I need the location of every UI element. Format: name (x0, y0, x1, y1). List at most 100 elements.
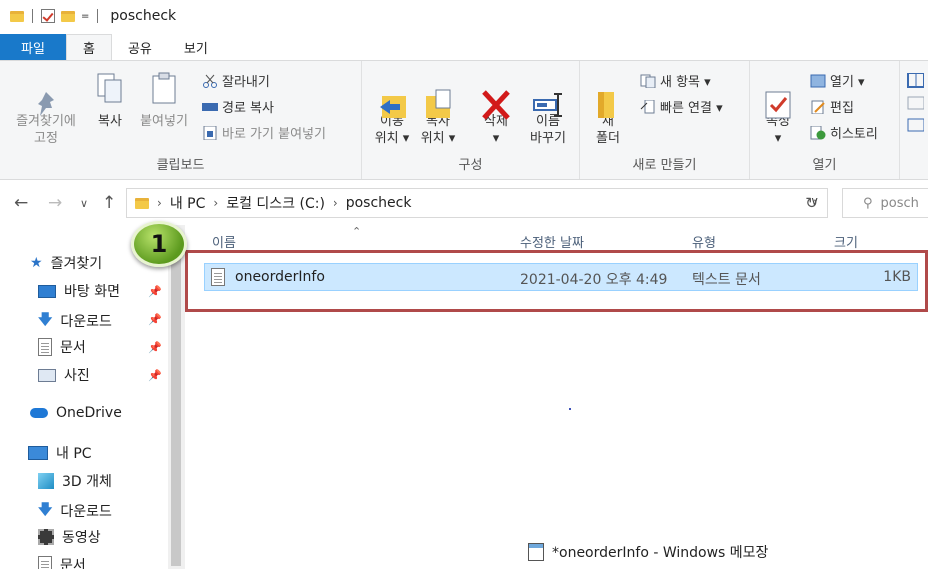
rename-button[interactable]: 이름 바꾸기 (524, 71, 572, 147)
edit-button[interactable]: 편집 (810, 97, 854, 116)
open-label: 열기 ▾ (830, 75, 865, 90)
cloud-icon (30, 408, 48, 418)
copy-button[interactable]: 복사 (90, 71, 130, 130)
nav-this-pc[interactable]: 내 PC (28, 443, 92, 463)
tab-view[interactable]: 보기 (168, 34, 224, 60)
nav-item-downloads[interactable]: 🡇 다운로드 (38, 309, 112, 333)
nav-item-pc-documents[interactable]: 문서 (38, 555, 86, 569)
search-input[interactable]: ⚲ posch (842, 188, 928, 218)
nav-item-label: 다운로드 (60, 314, 112, 330)
copy-to-button[interactable]: 복사 위치 ▾ (416, 71, 460, 147)
paste-button[interactable]: 붙여넣기 (136, 71, 192, 130)
paste-label: 붙여넣기 (140, 114, 188, 129)
copy-path-button[interactable]: 경로 복사 (202, 97, 274, 116)
nav-onedrive-label: OneDrive (56, 405, 122, 421)
cut-button[interactable]: 잘라내기 (202, 71, 270, 90)
document-icon (38, 338, 52, 356)
chevron-right-icon[interactable]: › (333, 196, 338, 210)
chevron-right-icon[interactable]: › (157, 196, 162, 210)
breadcrumb-local-disk[interactable]: 로컬 디스크 (C:) (226, 193, 325, 213)
video-icon (38, 529, 54, 545)
recent-locations-button[interactable]: ∨ (80, 197, 88, 210)
nav-item-videos[interactable]: 동영상 (38, 527, 101, 547)
column-header-size[interactable]: 크기 (834, 232, 858, 251)
nav-scrollbar-thumb[interactable] (171, 236, 181, 566)
paste-shortcut-button[interactable]: 바로 가기 붙여넣기 (202, 123, 326, 142)
nav-item-label: 바탕 화면 (64, 284, 120, 300)
customize-qat-button[interactable]: = (81, 11, 89, 22)
nav-item-documents[interactable]: 문서 (38, 337, 86, 357)
pin-to-quick-access-button[interactable]: 즐겨찾기에 고정 (6, 71, 86, 147)
clipboard-group-label: 클립보드 (156, 158, 205, 173)
nav-item-label: 3D 개체 (62, 474, 112, 490)
nav-item-desktop[interactable]: 바탕 화면 (38, 281, 120, 301)
nav-item-label: 다운로드 (60, 504, 112, 520)
new-folder-qat-icon[interactable] (61, 10, 75, 22)
tab-share[interactable]: 공유 (112, 34, 168, 60)
chevron-right-icon[interactable]: › (213, 196, 218, 210)
column-header-type[interactable]: 유형 (692, 232, 716, 251)
address-bar[interactable]: › 내 PC › 로컬 디스크 (C:) › poscheck ∨ (126, 188, 828, 218)
nav-quick-access-label: 즐겨찾기 (50, 256, 103, 272)
computer-icon (28, 446, 48, 460)
delete-button[interactable]: 삭제 ▾ (476, 71, 516, 147)
column-header-name[interactable]: 이름 (212, 232, 236, 251)
easy-access-button[interactable]: 빠른 연결 ▾ (640, 97, 723, 116)
nav-item-pictures[interactable]: 사진 (38, 365, 90, 385)
pin-icon[interactable]: 📌 (148, 313, 162, 326)
picture-icon (38, 368, 56, 382)
select-all-icon[interactable] (906, 72, 925, 139)
copy-to-icon (422, 71, 454, 118)
refresh-button[interactable]: ↻ (796, 188, 828, 218)
open-button[interactable]: 열기 ▾ (810, 71, 865, 90)
edit-label: 편집 (830, 101, 854, 116)
notepad-window-preview[interactable]: *oneorderInfo - Windows 메모장 (528, 542, 768, 562)
pin-icon[interactable]: 📌 (148, 285, 162, 298)
organize-group: 이동 위치 ▾ 복사 위치 ▾ 삭제 ▾ 이름 바꾸기 구성 (362, 61, 580, 179)
3d-objects-icon (38, 473, 54, 489)
notepad-window-title: *oneorderInfo - Windows 메모장 (552, 545, 769, 561)
properties-icon (762, 71, 794, 119)
sort-ascending-icon: ⌃ (352, 225, 362, 238)
pin-icon[interactable]: 📌 (148, 369, 162, 382)
new-item-label: 새 항목 ▾ (660, 75, 711, 90)
paste-shortcut-label: 바로 가기 붙여넣기 (222, 127, 326, 142)
nav-item-label: 사진 (64, 368, 90, 384)
delete-icon (480, 71, 512, 120)
nav-item-3d-objects[interactable]: 3D 개체 (38, 471, 112, 491)
desktop-icon (38, 284, 56, 298)
up-button[interactable]: ↑ (102, 193, 116, 213)
cursor-dot (569, 408, 571, 410)
open-group: 속성 ▾ 열기 ▾ 편집 히스토리 열기 (750, 61, 900, 179)
download-icon: 🡇 (38, 312, 53, 328)
forward-button[interactable]: → (48, 193, 62, 213)
column-header-date[interactable]: 수정한 날짜 (520, 232, 584, 251)
window-title: poscheck (110, 8, 177, 24)
pin-icon[interactable]: 📌 (148, 341, 162, 354)
history-button[interactable]: 히스토리 (810, 123, 878, 142)
folder-icon (135, 197, 149, 209)
star-icon: ★ (30, 255, 43, 271)
nav-onedrive[interactable]: OneDrive (30, 405, 122, 421)
notepad-icon (528, 543, 544, 561)
nav-item-pc-downloads[interactable]: 🡇 다운로드 (38, 499, 112, 523)
cut-label: 잘라내기 (222, 75, 270, 90)
properties-button[interactable]: 속성 ▾ (760, 71, 796, 147)
back-button[interactable]: ← (14, 193, 28, 213)
separator (97, 9, 99, 23)
ribbon-tabs: 파일 홈 공유 보기 (0, 34, 928, 60)
properties-qat-icon[interactable] (41, 9, 55, 23)
download-icon: 🡇 (38, 502, 53, 518)
tab-file[interactable]: 파일 (0, 34, 66, 60)
breadcrumb-this-pc[interactable]: 내 PC (170, 193, 206, 213)
copy-icon (94, 71, 126, 105)
copy-path-icon (202, 100, 218, 114)
new-item-button[interactable]: 새 항목 ▾ (640, 71, 711, 90)
new-group-label: 새로 만들기 (632, 158, 697, 173)
breadcrumb-poscheck[interactable]: poscheck (346, 195, 412, 211)
new-folder-button[interactable]: 새 폴더 (588, 71, 628, 147)
nav-quick-access[interactable]: ★ 즐겨찾기 (30, 253, 102, 273)
move-to-button[interactable]: 이동 위치 ▾ (370, 71, 414, 147)
tab-home[interactable]: 홈 (66, 34, 112, 60)
nav-item-label: 문서 (60, 558, 86, 569)
